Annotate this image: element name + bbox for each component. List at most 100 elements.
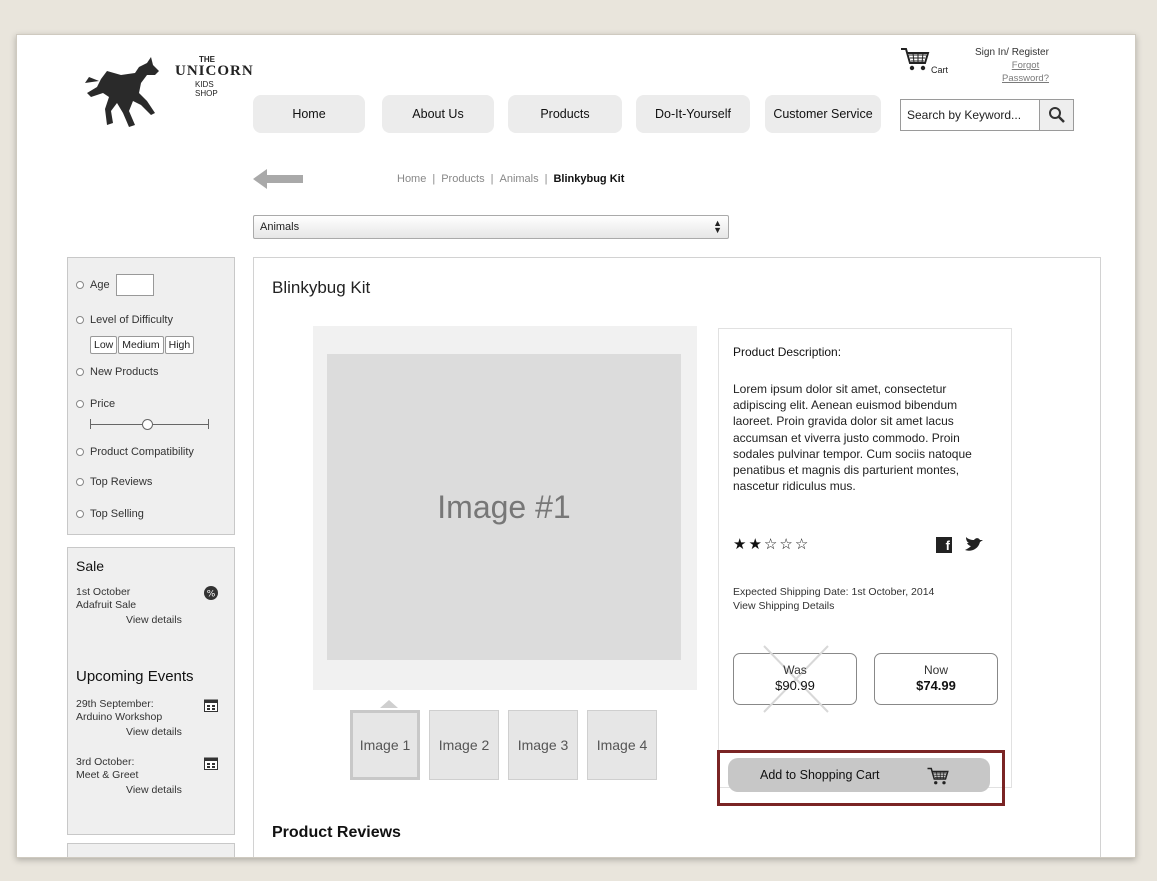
now-label: Now [923,663,948,677]
breadcrumb: Home | Products | Animals | Blinkybug Ki… [397,173,624,185]
description-heading: Product Description: [733,345,842,359]
category-select[interactable]: Animals ▲ ▼ [253,215,729,239]
filter-age[interactable]: Age [76,274,154,296]
event-name: Meet & Greet [76,769,139,781]
thumbnail-4[interactable]: Image 4 [587,710,657,780]
event-view-details-link[interactable]: View details [126,784,182,797]
breadcrumb-separator: | [544,173,548,185]
thumb-pointer-icon [380,700,398,708]
search-icon [1048,107,1065,123]
add-to-cart-button[interactable]: Add to Shopping Cart [728,758,990,792]
breadcrumb-current: Blinkybug Kit [553,173,625,185]
facebook-icon[interactable]: f [936,537,952,553]
breadcrumb-home[interactable]: Home [397,173,426,185]
search-button[interactable] [1040,99,1074,131]
logo-sub: KIDS SHOP [195,80,218,98]
category-select-value: Animals [260,221,300,233]
filter-compatibility[interactable]: Product Compatibility [76,446,194,458]
percent-badge-icon: % [204,586,218,600]
cart-icon [901,48,930,71]
event-view-details-link[interactable]: View details [126,726,182,739]
svg-text:%: % [207,590,216,600]
breadcrumb-animals[interactable]: Animals [499,173,538,185]
shipping-details-link[interactable]: View Shipping Details [733,599,934,613]
logo-name: UNICORN [175,63,254,79]
nav-about-us[interactable]: About Us [382,95,494,133]
price-slider-handle[interactable] [142,419,153,430]
nav-products[interactable]: Products [508,95,622,133]
sale-date: 1st October [76,586,131,598]
event-date: 29th September: [76,698,154,710]
age-input[interactable] [115,274,154,296]
events-heading: Upcoming Events [76,668,194,685]
radio-icon[interactable] [76,478,84,486]
nav-do-it-yourself[interactable]: Do-It-Yourself [636,95,750,133]
shipping-info: Expected Shipping Date: 1st October, 201… [733,585,934,613]
radio-icon[interactable] [76,316,84,324]
slider-tick [208,419,209,429]
unicorn-logo-icon [85,57,159,127]
was-price-box: Was $90.99 [733,645,857,713]
event-date: 3rd October: [76,756,135,768]
radio-icon[interactable] [76,368,84,376]
breadcrumb-separator: | [432,173,436,185]
description-text: Lorem ipsum dolor sit amet, consectetur … [733,382,972,494]
filter-new-products[interactable]: New Products [76,366,158,378]
difficulty-options: Low Medium High [90,336,195,354]
forgot-password-link[interactable]: Forgot Password? [1002,59,1049,85]
slider-tick [90,419,91,429]
radio-icon[interactable] [76,281,84,289]
difficulty-low-button[interactable]: Low [90,336,118,354]
header-cart-button[interactable] [899,45,931,78]
nav-customer-service[interactable]: Customer Service [765,95,881,133]
search-input[interactable]: Search by Keyword... [900,99,1040,131]
calendar-icon [204,757,218,770]
main-image-frame: Image #1 [313,326,697,690]
main-image[interactable]: Image #1 [327,354,681,660]
logo[interactable]: THE UNICORN KIDS SHOP [77,53,253,133]
difficulty-medium-button[interactable]: Medium [118,336,164,354]
radio-icon[interactable] [76,510,84,518]
calendar-icon [204,699,218,712]
add-to-cart-label: Add to Shopping Cart [760,768,880,782]
twitter-icon[interactable] [964,537,984,553]
cart-icon [927,767,949,785]
event-name: Arduino Workshop [76,711,163,723]
sale-view-details-link[interactable]: View details [126,614,182,627]
sale-events-panel: Sale 1st October Adafruit Sale View deta… [67,547,235,835]
filter-top-reviews[interactable]: Top Reviews [76,476,152,488]
star-empty-icon: ☆ [779,536,795,553]
cart-label[interactable]: Cart [931,65,948,75]
sign-in-link[interactable]: Sign In/ Register [975,47,1049,58]
now-price-box: Now $74.99 [874,653,998,705]
page-canvas: THE UNICORN KIDS SHOP Cart Sign In/ Regi… [16,34,1136,858]
star-empty-icon: ☆ [794,536,811,553]
sidebar-panel-partial [67,843,235,857]
star-filled-icon: ★ [748,536,764,553]
breadcrumb-separator: | [490,173,494,185]
star-filled-icon: ★ [733,536,749,553]
filter-panel: Age Level of Difficulty Low Medium High … [67,257,235,535]
nav-home[interactable]: Home [253,95,365,133]
sale-heading: Sale [76,558,105,574]
back-arrow-icon [253,169,303,189]
difficulty-high-button[interactable]: High [164,336,195,354]
filter-top-selling[interactable]: Top Selling [76,508,144,520]
radio-icon[interactable] [76,448,84,456]
sale-name: Adafruit Sale [76,599,137,611]
thumbnail-3[interactable]: Image 3 [508,710,578,780]
thumbnail-2[interactable]: Image 2 [429,710,499,780]
shipping-date: Expected Shipping Date: 1st October, 201… [733,586,935,598]
filter-difficulty[interactable]: Level of Difficulty [76,314,173,326]
breadcrumb-products[interactable]: Products [441,173,484,185]
select-arrows-icon: ▲ ▼ [713,218,722,235]
back-button[interactable] [253,167,303,196]
thumbnail-1[interactable]: Image 1 [350,710,420,780]
product-title: Blinkybug Kit [272,278,371,297]
product-panel: Blinkybug Kit Image #1 Image 1 Image 2 I… [253,257,1101,857]
was-price: $90.99 [775,678,815,693]
rating-stars: ★★☆☆☆ [733,535,810,553]
product-description-panel: Product Description: Lorem ipsum dolor s… [718,328,1012,788]
radio-icon[interactable] [76,400,84,408]
filter-price[interactable]: Price [76,398,115,410]
